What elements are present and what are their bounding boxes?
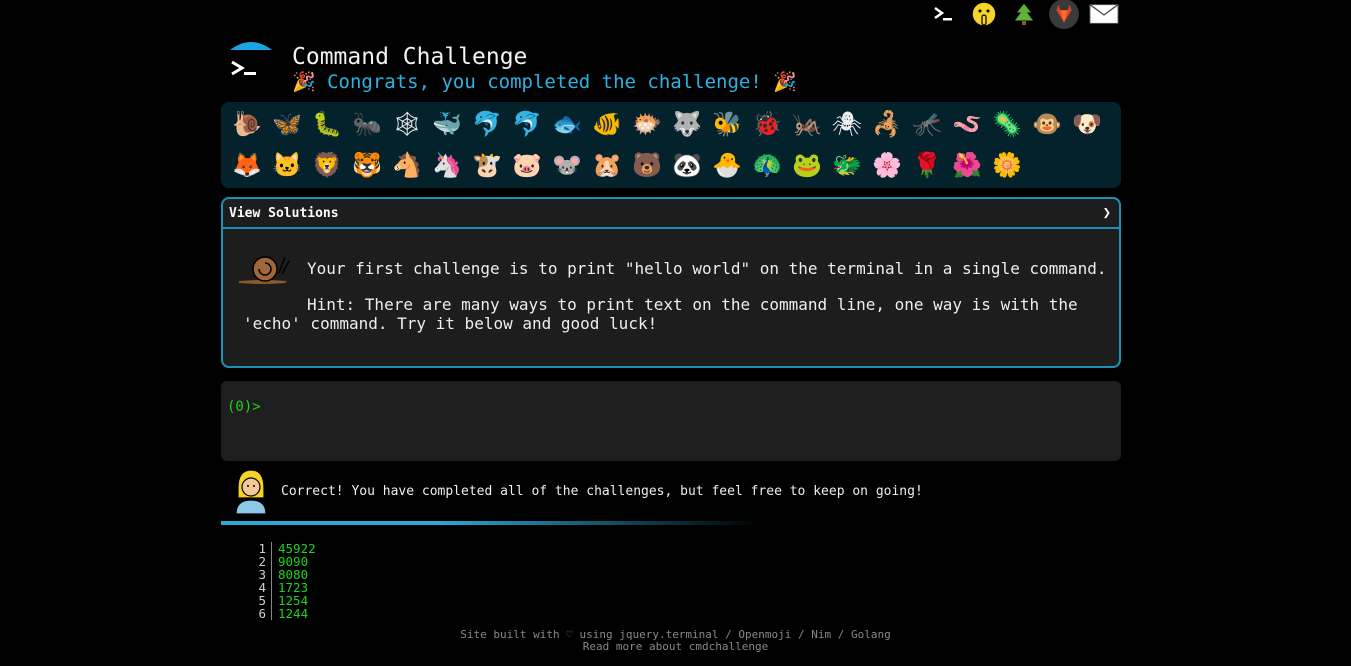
challenge-animal-icon[interactable]: 🐵 (1027, 104, 1067, 144)
challenge-animal-icon[interactable]: 🐴 (387, 145, 427, 185)
challenge-animal-icon[interactable]: 🌺 (947, 145, 987, 185)
challenge-animal-icon[interactable]: 🦂 (867, 104, 907, 144)
challenge-animal-icon[interactable]: 🐯 (347, 145, 387, 185)
view-solutions-toggle[interactable]: View Solutions ❯ (223, 199, 1119, 229)
challenge-animal-icon[interactable]: 🐬 (467, 104, 507, 144)
challenge-animal-icon[interactable]: 🐬 (507, 104, 547, 144)
feedback-text: Correct! You have completed all of the c… (281, 483, 923, 499)
challenge-selector: 🐌 🦋 🐛 🐜 🕸 🐳 🐬 🐬 🐟 🐠 🐡 🐺 🐝 🐞 🦗 🕷 🦂 🦟 🪱 🦠 🐵 🐶 🦊 🐱 🦁 🐯 🐴 🦄 🐮 🐷 🐭 🐹 🐻 🐼 🐣 🦚 🐸 🐲 🌸… (221, 102, 1121, 188)
challenge-animal-icon[interactable]: 🐼 (667, 145, 707, 185)
challenge-animal-icon[interactable]: 🐷 (507, 145, 547, 185)
challenge-row-1: 🐌 🦋 🐛 🐜 🕸 🐳 🐬 🐬 🐟 🐠 🐡 🐺 🐝 🐞 🦗 🕷 🦂 🦟 🪱 🦠 🐵 🐶 (227, 104, 1107, 144)
challenge-animal-icon[interactable]: 🌹 (907, 145, 947, 185)
gitlab-icon[interactable] (1049, 0, 1079, 29)
page-title: Command Challenge (292, 44, 528, 70)
person-avatar-icon (232, 468, 270, 515)
challenge-animal-icon[interactable]: 🐶 (1067, 104, 1107, 144)
envelope-icon[interactable] (1089, 0, 1119, 28)
feedback-message: Correct! You have completed all of the c… (232, 468, 923, 515)
challenge-animal-icon[interactable]: 🐌 (227, 104, 267, 144)
challenge-animal-icon[interactable]: 🐹 (587, 145, 627, 185)
challenge-animal-icon[interactable]: 🐠 (587, 104, 627, 144)
challenge-animal-icon[interactable]: 🦋 (267, 104, 307, 144)
chevron-right-icon: ❯ (1102, 205, 1111, 221)
challenge-hint: Hint: There are many ways to print text … (243, 295, 1078, 333)
top-nav (929, 0, 1119, 29)
challenge-animal-icon[interactable]: 🐮 (467, 145, 507, 185)
terminal-input[interactable]: (0)> (221, 381, 1121, 461)
challenge-animal-icon[interactable]: 🐲 (827, 145, 867, 185)
challenge-animal-icon[interactable]: 🕸 (387, 104, 427, 144)
challenge-animal-icon[interactable]: 🐻 (627, 145, 667, 185)
congrats-subtitle: 🎉 Congrats, you completed the challenge!… (292, 71, 797, 93)
footer: Site built with ♡ using jquery.terminal … (0, 629, 1351, 653)
challenge-animal-icon[interactable]: 🐺 (667, 104, 707, 144)
challenge-animal-icon[interactable]: 🐟 (547, 104, 587, 144)
app-logo-icon[interactable] (228, 38, 274, 90)
challenge-animal-icon[interactable]: 🦟 (907, 104, 947, 144)
footer-about-link[interactable]: Read more about cmdchallenge (583, 640, 768, 653)
challenge-animal-icon[interactable]: 🐞 (747, 104, 787, 144)
challenge-row-2: 🦊 🐱 🦁 🐯 🐴 🦄 🐮 🐷 🐭 🐹 🐻 🐼 🐣 🦚 🐸 🐲 🌸 🌹 🌺 🌼 (227, 145, 1027, 185)
challenge-animal-icon[interactable]: 🐸 (787, 145, 827, 185)
challenge-animal-icon[interactable]: 🌼 (987, 145, 1027, 185)
challenge-animal-icon[interactable]: 🦠 (987, 104, 1027, 144)
challenge-animal-icon[interactable]: 🦄 (427, 145, 467, 185)
terminal-icon[interactable] (929, 0, 959, 28)
stat-value: 1244 (278, 606, 309, 621)
challenge-animal-icon[interactable]: 🐱 (267, 145, 307, 185)
challenge-animal-icon[interactable]: 🐜 (347, 104, 387, 144)
challenge-animal-icon[interactable]: 🐣 (707, 145, 747, 185)
challenge-animal-icon[interactable]: 🐝 (707, 104, 747, 144)
snail-icon (235, 249, 291, 285)
challenge-animal-icon[interactable]: 🦊 (227, 145, 267, 185)
challenge-animal-icon[interactable]: 🦗 (787, 104, 827, 144)
stat-index: 6 (250, 607, 272, 620)
stat-row: 6 1244 (250, 607, 316, 620)
header: Command Challenge 🎉 Congrats, you comple… (228, 38, 797, 94)
challenge-panel: View Solutions ❯ Your first challenge is… (221, 197, 1121, 368)
challenge-animal-icon[interactable]: 🐭 (547, 145, 587, 185)
challenge-animal-icon[interactable]: 🌸 (867, 145, 907, 185)
challenge-animal-icon[interactable]: 🐳 (427, 104, 467, 144)
challenge-animal-icon[interactable]: 🪱 (947, 104, 987, 144)
shushing-face-icon[interactable] (969, 0, 999, 28)
challenge-animal-icon[interactable]: 🦚 (747, 145, 787, 185)
challenge-text: Your first challenge is to print "hello … (307, 259, 1107, 278)
terminal-prompt: (0)> (227, 399, 261, 415)
challenge-animal-icon[interactable]: 🦁 (307, 145, 347, 185)
view-solutions-label: View Solutions (229, 205, 339, 221)
challenge-animal-icon[interactable]: 🐛 (307, 104, 347, 144)
stats-list: 1 45922 2 9090 3 8080 4 1723 5 1254 6 1244 (250, 542, 316, 620)
challenge-animal-icon[interactable]: 🐡 (627, 104, 667, 144)
progress-bar (221, 521, 761, 525)
challenge-animal-icon[interactable]: 🕷 (827, 104, 867, 144)
christmas-tree-icon[interactable] (1009, 0, 1039, 28)
